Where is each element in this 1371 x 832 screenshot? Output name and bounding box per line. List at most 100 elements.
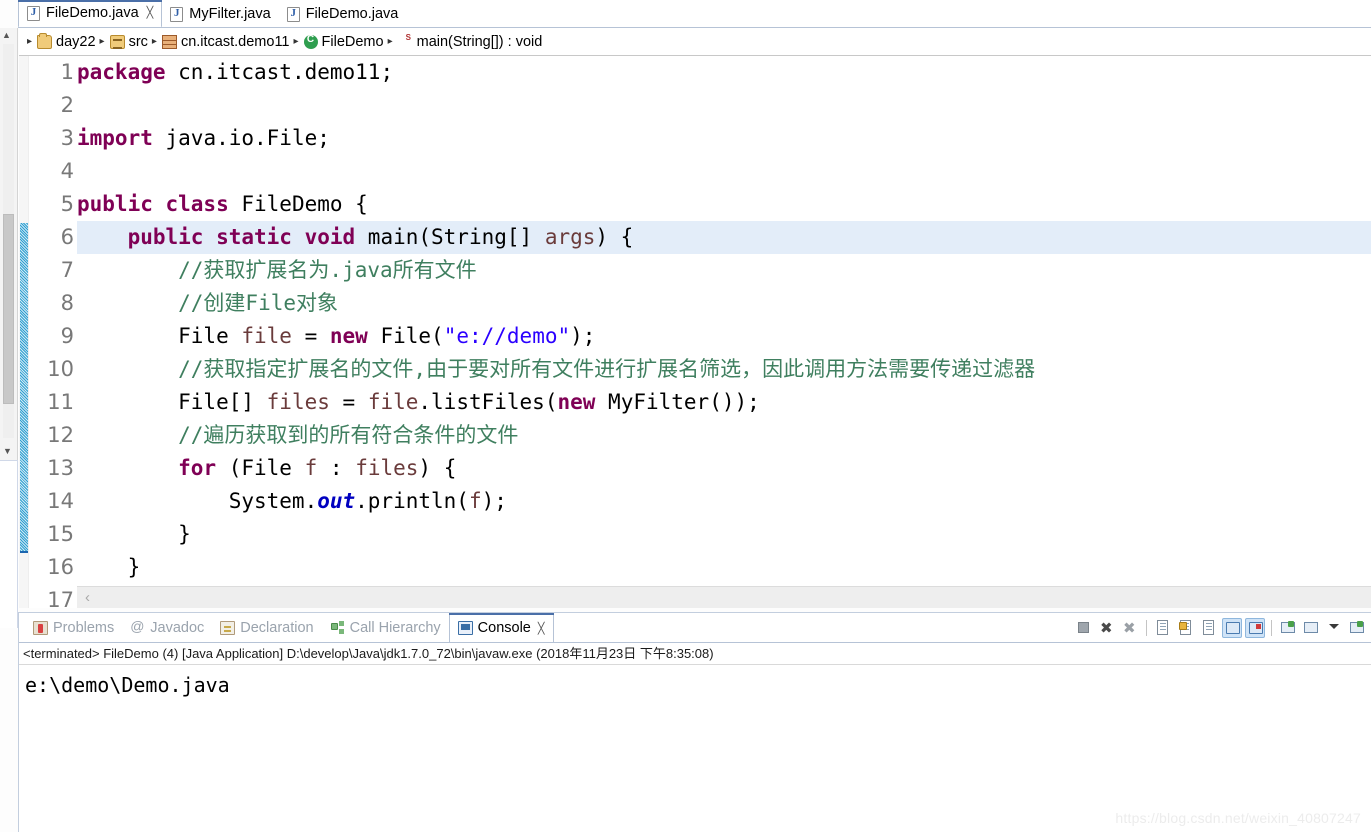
- code-token: :: [317, 456, 356, 480]
- terminate-button[interactable]: [1074, 618, 1094, 638]
- code-line[interactable]: //遍历获取到的所有符合条件的文件: [77, 419, 1371, 452]
- editor-tab-filedemo-active[interactable]: FileDemo.java ╳: [18, 0, 163, 28]
- open-console-button[interactable]: [1347, 618, 1367, 638]
- code-line[interactable]: }: [77, 551, 1371, 584]
- code-token: );: [481, 489, 507, 513]
- pin-console-button[interactable]: [1278, 618, 1298, 638]
- code-line[interactable]: }: [77, 518, 1371, 551]
- line-number: 16: [47, 555, 74, 579]
- code-line[interactable]: System.out.println(f);: [77, 485, 1371, 518]
- collapsed-view-stub[interactable]: ▲ ▼: [0, 28, 18, 460]
- collapsed-view-stub-lower: [0, 460, 18, 628]
- code-token: =: [329, 390, 368, 414]
- line-number: 13: [47, 456, 74, 480]
- code-token: //创建File对象: [77, 291, 339, 315]
- view-tab-problems[interactable]: Problems: [25, 613, 122, 643]
- close-icon[interactable]: ╳: [538, 622, 545, 635]
- line-number: 11: [47, 390, 74, 414]
- view-tab-label: Javadoc: [150, 620, 205, 636]
- view-tab-call-hierarchy[interactable]: Call Hierarchy: [322, 613, 449, 643]
- code-line[interactable]: //获取指定扩展名的文件,由于要对所有文件进行扩展名筛选，因此调用方法需要传递过…: [77, 353, 1371, 386]
- console-view: Problems Javadoc Declaration Call Hierarchy…: [18, 612, 1371, 832]
- view-tab-label: Console: [477, 620, 531, 636]
- code-line[interactable]: //获取扩展名为.java所有文件: [77, 254, 1371, 287]
- editor-tab-label: MyFilter.java: [189, 6, 271, 22]
- code-line[interactable]: package cn.itcast.demo11;: [77, 56, 1371, 89]
- line-number: 5: [60, 192, 74, 216]
- display-selected-console-button[interactable]: [1301, 618, 1321, 638]
- code-token: File: [77, 324, 242, 348]
- show-console-on-error-button[interactable]: [1245, 618, 1265, 638]
- line-number: 2: [60, 93, 74, 117]
- code-line[interactable]: File[] files = file.listFiles(new MyFilt…: [77, 386, 1371, 419]
- scroll-lock-button[interactable]: [1176, 618, 1196, 638]
- code-text-area[interactable]: package cn.itcast.demo11; import java.io…: [77, 56, 1371, 608]
- breadcrumb-leading-arrow[interactable]: ▸: [23, 36, 37, 47]
- breadcrumb-item-project[interactable]: day22: [37, 32, 96, 50]
- call-hierarchy-icon: [330, 621, 345, 635]
- code-line[interactable]: import java.io.File;: [77, 122, 1371, 155]
- editor-tab-filedemo-2[interactable]: FileDemo.java: [279, 0, 407, 28]
- stub-scroll-down-arrow[interactable]: ▼: [3, 446, 12, 456]
- close-icon[interactable]: ╳: [147, 7, 154, 19]
- declaration-icon: [220, 621, 236, 635]
- view-tab-declaration[interactable]: Declaration: [212, 613, 321, 643]
- code-token: .println(: [355, 489, 469, 513]
- console-process-line: <terminated> FileDemo (4) [Java Applicat…: [19, 643, 1371, 665]
- code-token: out: [317, 489, 356, 513]
- show-console-on-output-button[interactable]: [1222, 618, 1242, 638]
- code-token: file: [367, 390, 419, 414]
- breadcrumb-item-class[interactable]: FileDemo: [303, 34, 384, 50]
- remove-launch-button[interactable]: ✖: [1097, 618, 1117, 638]
- code-token: }: [77, 522, 191, 546]
- code-token: file: [241, 324, 292, 348]
- breadcrumb-label: cn.itcast.demo11: [180, 33, 290, 50]
- code-line[interactable]: [77, 89, 1371, 122]
- code-line[interactable]: for (File f : files) {: [77, 452, 1371, 485]
- code-token: for: [178, 456, 229, 480]
- clear-console-button[interactable]: [1153, 618, 1173, 638]
- stub-scrollbar-thumb[interactable]: [3, 214, 14, 404]
- java-file-icon: [170, 6, 184, 22]
- code-token: new: [329, 324, 381, 348]
- code-token: f: [468, 489, 482, 513]
- console-menu-dropdown[interactable]: [1324, 618, 1344, 638]
- editor-tab-myfilter[interactable]: MyFilter.java: [162, 0, 278, 28]
- word-wrap-button[interactable]: [1199, 618, 1219, 638]
- breadcrumb-item-src[interactable]: src: [109, 34, 148, 50]
- code-token: files: [266, 390, 330, 414]
- breadcrumb-item-method[interactable]: S main(String[]) : void: [398, 33, 543, 50]
- class-icon: [303, 34, 318, 49]
- code-token: f: [304, 456, 318, 480]
- code-token: ) {: [418, 456, 457, 480]
- console-output-line: e:\demo\Demo.java: [25, 673, 230, 697]
- console-toolbar: ✖ ✖: [1074, 615, 1367, 641]
- code-token: import: [77, 126, 166, 150]
- view-tab-label: Problems: [53, 620, 115, 636]
- code-line[interactable]: [77, 155, 1371, 188]
- code-editor[interactable]: 1 2 3 4 5 6 7 8 9 10 11 12 13 14 15 16 17 package cn.itc…: [19, 56, 1371, 608]
- line-number: 15: [47, 522, 74, 546]
- code-token: }: [77, 555, 141, 579]
- editor-horizontal-scrollbar[interactable]: ‹: [77, 586, 1371, 608]
- remove-all-launches-button[interactable]: ✖: [1120, 618, 1140, 638]
- breadcrumb-item-package[interactable]: cn.itcast.demo11: [161, 33, 290, 50]
- view-tab-javadoc[interactable]: Javadoc: [122, 613, 212, 643]
- console-output-area[interactable]: e:\demo\Demo.java: [19, 666, 1371, 832]
- code-token: MyFilter());: [608, 390, 760, 414]
- editor-tab-label: FileDemo.java: [305, 6, 399, 22]
- scroll-left-arrow-icon[interactable]: ‹: [85, 589, 90, 606]
- code-line[interactable]: //创建File对象: [77, 287, 1371, 320]
- watermark-text: https://blog.csdn.net/weixin_40807247: [1115, 810, 1361, 826]
- stub-scroll-up-arrow[interactable]: ▲: [2, 30, 11, 40]
- code-token: package: [77, 60, 179, 84]
- code-token: ) {: [595, 225, 634, 249]
- code-line[interactable]: public static void main(String[] args) {: [77, 221, 1371, 254]
- code-token: public class: [77, 192, 242, 216]
- java-file-icon: [27, 5, 40, 21]
- code-line[interactable]: public class FileDemo {: [77, 188, 1371, 221]
- code-line[interactable]: File file = new File("e://demo");: [77, 320, 1371, 353]
- code-token: File[]: [77, 390, 267, 414]
- view-tab-console[interactable]: Console ╳: [448, 613, 554, 643]
- line-number: 3: [60, 126, 74, 150]
